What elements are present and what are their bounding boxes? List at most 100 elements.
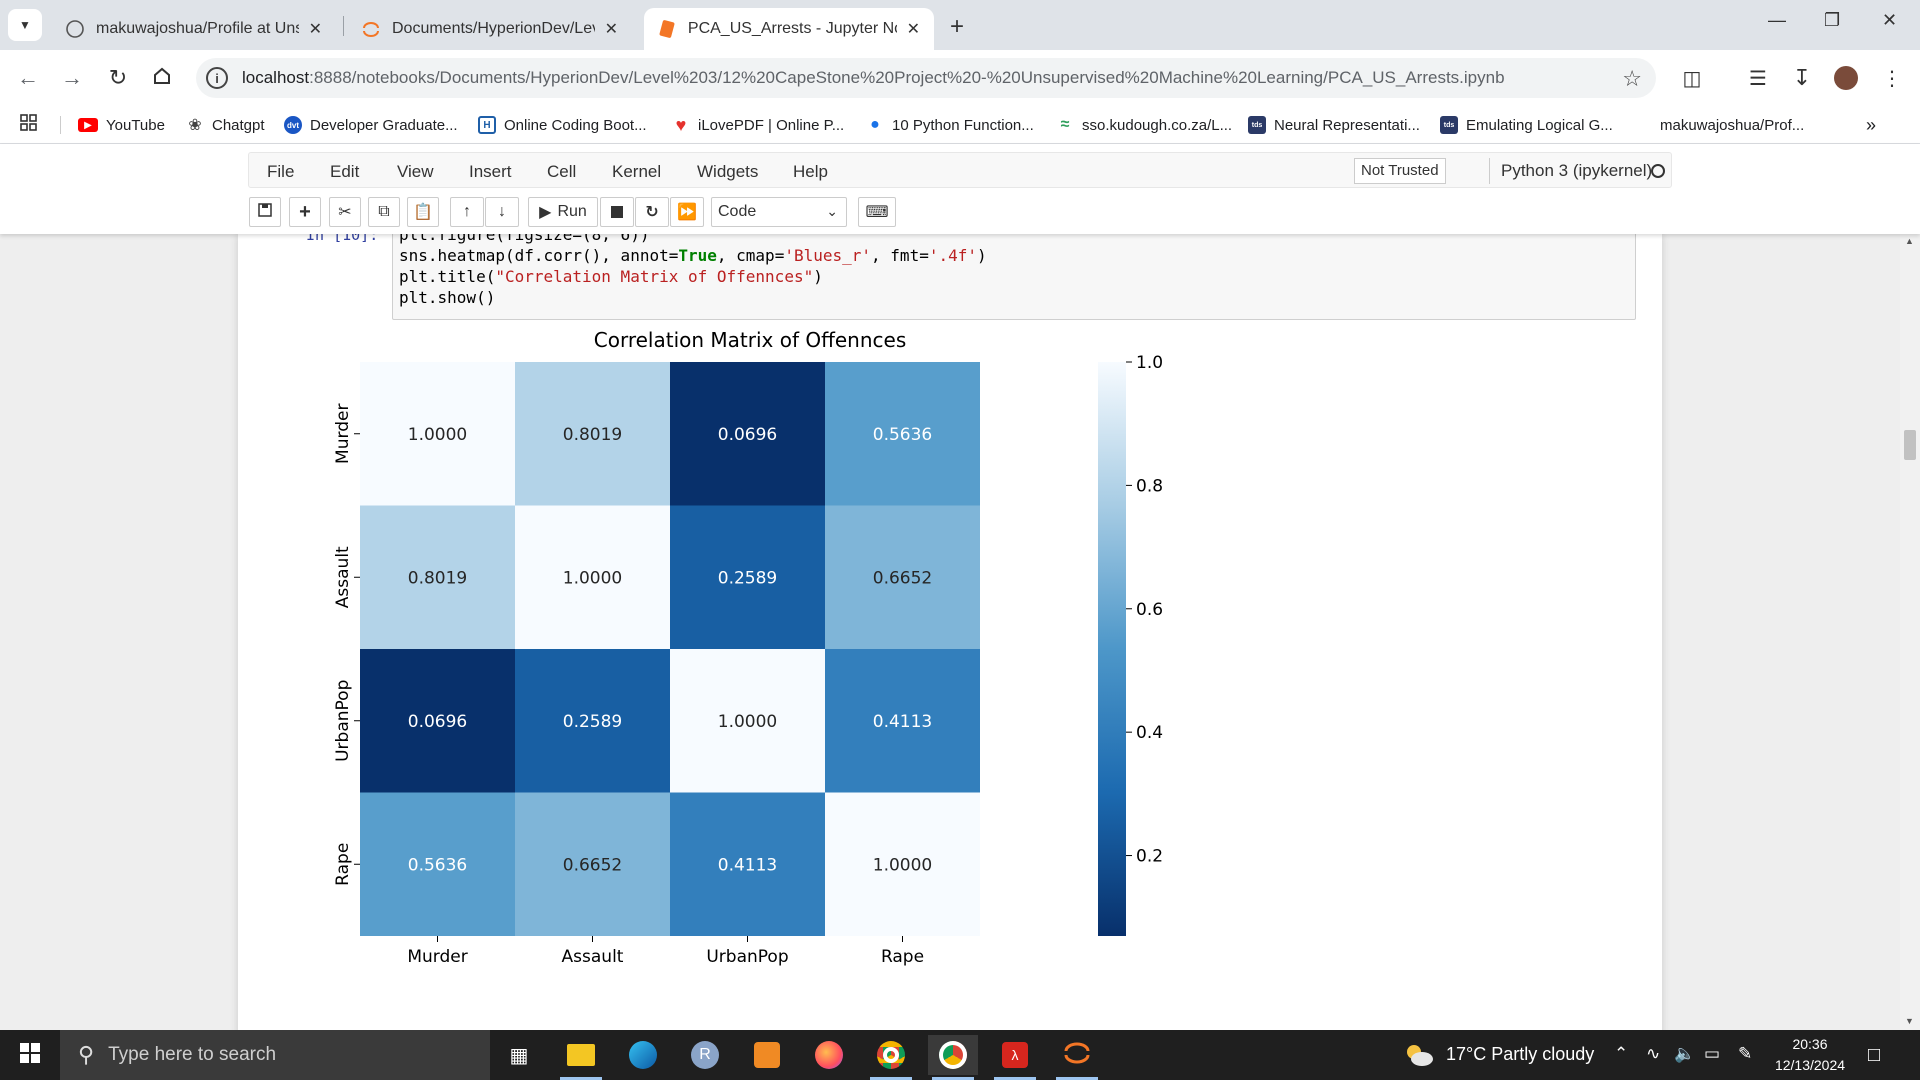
scroll-down-icon[interactable]: ▼ <box>1905 1016 1914 1026</box>
pen-icon: ✎ <box>1738 1044 1753 1063</box>
restart-button[interactable]: ↻ <box>635 197 669 227</box>
taskbar-search[interactable]: ⚲ Type here to search <box>60 1030 490 1080</box>
scroll-thumb[interactable] <box>1904 430 1916 460</box>
apps-button[interactable] <box>20 114 38 136</box>
chevron-down-icon: ⌄ <box>826 203 838 219</box>
address-bar[interactable]: i localhost:8888/notebooks/Documents/Hyp… <box>196 58 1656 98</box>
menu-kernel[interactable]: Kernel <box>612 162 661 182</box>
copy-button[interactable]: ⧉ <box>368 197 400 227</box>
forward-button[interactable]: → <box>58 64 86 92</box>
notifications-button[interactable]: □ <box>1868 1044 1880 1067</box>
move-down-button[interactable]: ↓ <box>485 197 519 227</box>
more-bookmarks-button[interactable]: » <box>1866 114 1876 136</box>
chevron-down-icon: ▼ <box>19 18 31 32</box>
browser-tab-github[interactable]: makuwajoshua/Profile at Unsup ✕ <box>52 8 336 50</box>
volume-control[interactable]: 🔈 <box>1674 1044 1695 1064</box>
back-button[interactable]: ← <box>14 64 42 92</box>
close-icon[interactable]: ✕ <box>605 19 618 39</box>
new-tab-button[interactable]: + <box>950 13 964 41</box>
minimize-button[interactable]: — <box>1768 10 1786 31</box>
taskbar-firefox[interactable] <box>804 1035 854 1075</box>
menu-cell[interactable]: Cell <box>547 162 576 182</box>
tab-search-button[interactable]: ▼ <box>8 9 42 41</box>
restore-button[interactable]: ❐ <box>1824 10 1840 31</box>
system-clock[interactable]: 20:36 12/13/2024 <box>1770 1034 1850 1076</box>
notification-icon: □ <box>1868 1044 1881 1066</box>
bookmark-developer-graduate[interactable]: dvt Developer Graduate... <box>284 114 458 136</box>
trust-status-button[interactable]: Not Trusted <box>1354 158 1446 184</box>
start-button[interactable] <box>0 1030 60 1080</box>
task-view-button[interactable]: ▦ <box>494 1035 544 1075</box>
site-info-icon[interactable]: i <box>206 67 228 89</box>
page-scrollbar[interactable]: ▲ ▼ <box>1900 234 1920 1030</box>
video-player-icon <box>754 1042 780 1068</box>
browser-tab-notebook[interactable]: PCA_US_Arrests - Jupyter Note ✕ <box>644 8 934 50</box>
menu-widgets[interactable]: Widgets <box>697 162 758 182</box>
move-up-button[interactable]: ↑ <box>450 197 484 227</box>
browser-tab-jupyter-tree[interactable]: Documents/HyperionDev/Level ✕ <box>348 8 632 50</box>
bookmark-ilovepdf[interactable]: ♥ iLovePDF | Online P... <box>672 114 845 136</box>
taskbar-file-explorer[interactable] <box>556 1035 606 1080</box>
bookmark-neural-representation[interactable]: tds Neural Representati... <box>1248 114 1420 136</box>
paste-button[interactable]: 📋 <box>407 197 439 227</box>
pen-workspace[interactable]: ✎ <box>1738 1044 1752 1064</box>
insert-cell-button[interactable]: + <box>289 197 321 227</box>
menu-file[interactable]: File <box>267 162 294 182</box>
run-button[interactable]: ▶ Run <box>528 197 598 227</box>
bookmark-chatgpt[interactable]: ❀ Chatgpt <box>186 114 264 136</box>
scroll-up-icon[interactable]: ▲ <box>1905 236 1914 246</box>
menu-edit[interactable]: Edit <box>330 162 359 182</box>
browser-tab-strip: ▼ makuwajoshua/Profile at Unsup ✕ Docume… <box>0 0 1920 50</box>
profile-avatar[interactable] <box>1832 64 1860 92</box>
x-tick-label: Assault <box>562 947 624 967</box>
taskbar-jupyter[interactable] <box>1052 1035 1102 1080</box>
tab-divider <box>343 16 344 36</box>
cut-button[interactable]: ✂ <box>329 197 361 227</box>
bookmark-emulating-logical[interactable]: tds Emulating Logical G... <box>1440 114 1613 136</box>
bookmark-online-coding[interactable]: H Online Coding Boot... <box>478 114 647 136</box>
arrow-up-icon: ↑ <box>463 203 471 220</box>
bookmark-youtube[interactable]: ▶ YouTube <box>78 114 165 136</box>
window-close-button[interactable]: ✕ <box>1882 10 1897 31</box>
close-icon[interactable]: ✕ <box>907 19 920 39</box>
bookmark-kudough[interactable]: ≈ sso.kudough.co.za/L... <box>1056 114 1233 136</box>
menu-view[interactable]: View <box>397 162 434 182</box>
downloads-button[interactable]: ↧ <box>1788 64 1816 92</box>
command-palette-button[interactable]: ⌨ <box>858 197 896 227</box>
taskbar-r[interactable]: R <box>680 1035 730 1075</box>
battery-status[interactable]: ▭ <box>1704 1044 1720 1064</box>
interrupt-button[interactable] <box>600 197 634 227</box>
taskbar-edge[interactable] <box>618 1035 668 1075</box>
tds-icon: tds <box>1248 116 1266 134</box>
weather-widget[interactable]: 17°C Partly cloudy <box>1446 1044 1594 1065</box>
taskbar-chrome-profile[interactable] <box>928 1035 978 1080</box>
chrome-menu-button[interactable]: ⋮ <box>1878 64 1906 92</box>
save-button[interactable] <box>249 197 281 227</box>
network-status[interactable]: ∿ <box>1646 1044 1660 1064</box>
task-view-icon: ▦ <box>509 1044 529 1067</box>
close-icon[interactable]: ✕ <box>309 19 322 39</box>
taskbar-acrobat[interactable]: λ <box>990 1035 1040 1080</box>
chart-title: Correlation Matrix of Offennces <box>594 328 907 352</box>
home-button[interactable] <box>148 64 176 92</box>
cell-type-select[interactable]: Code ⌄ <box>711 197 847 227</box>
media-controls-button[interactable]: ☰ <box>1744 64 1772 92</box>
correlation-heatmap: Correlation Matrix of Offennces 1.0000 0.… <box>333 328 1163 967</box>
bookmark-makuwajoshua[interactable]: makuwajoshua/Prof... <box>1660 114 1804 136</box>
clock-time: 20:36 <box>1792 1036 1828 1052</box>
home-icon <box>152 66 172 91</box>
bookmark-label: iLovePDF | Online P... <box>698 116 845 134</box>
reload-button[interactable]: ↻ <box>104 64 132 92</box>
menu-help[interactable]: Help <box>793 162 828 182</box>
bookmark-python-functions[interactable]: ● 10 Python Function... <box>866 114 1034 136</box>
kernel-name[interactable]: Python 3 (ipykernel) <box>1501 161 1652 181</box>
restart-run-all-button[interactable]: ⏩ <box>670 197 704 227</box>
extensions-button[interactable]: ◫ <box>1678 64 1706 92</box>
taskbar-chrome[interactable] <box>866 1035 916 1080</box>
arrow-left-icon: ← <box>17 65 39 90</box>
bookmark-star-icon[interactable]: ☆ <box>1622 66 1642 92</box>
tray-overflow-button[interactable]: ⌃ <box>1614 1044 1628 1064</box>
tab-title: Documents/HyperionDev/Level <box>392 20 595 37</box>
menu-insert[interactable]: Insert <box>469 162 512 182</box>
taskbar-media-player[interactable] <box>742 1035 792 1075</box>
